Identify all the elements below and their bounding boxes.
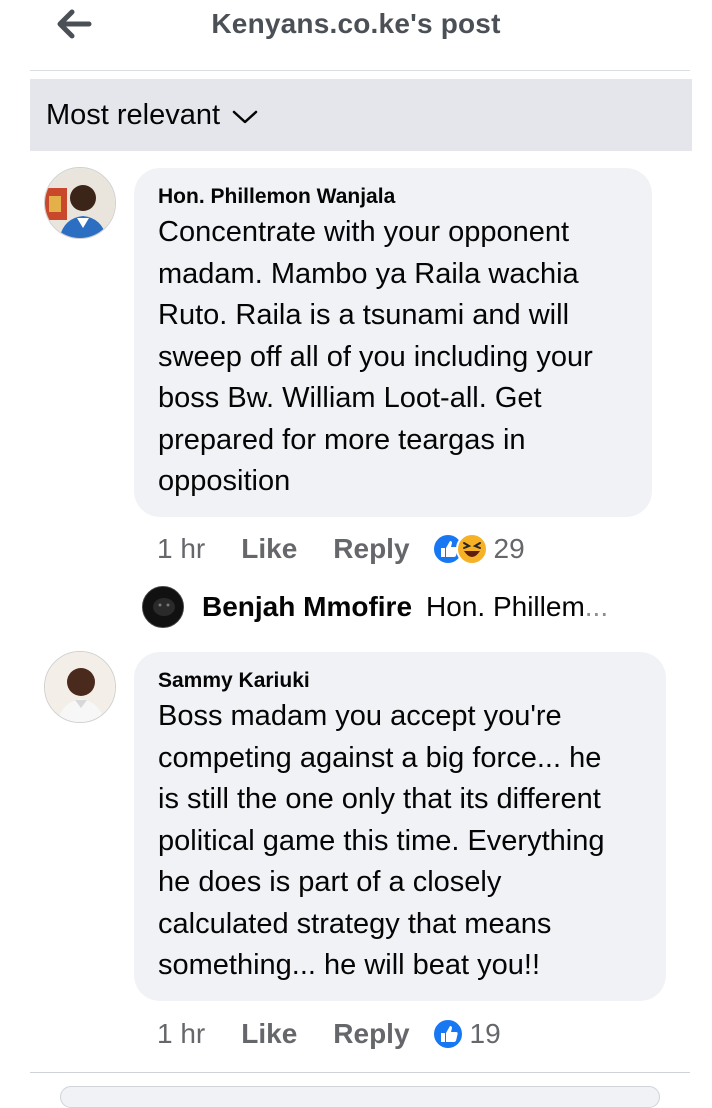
sort-label: Most relevant — [46, 98, 221, 131]
comment-actions: 1 hr Like Reply 19 — [157, 1014, 501, 1054]
header-divider — [30, 70, 690, 71]
comment-actions: 1 hr Like Reply 29 — [157, 529, 525, 569]
comment-bubble: Sammy Kariuki Boss madam you accept you'… — [134, 652, 666, 1001]
chevron-down-icon — [232, 110, 258, 124]
comment-author[interactable]: Hon. Phillemon Wanjala — [158, 184, 628, 210]
like-reaction-icon — [431, 1018, 464, 1050]
reply-preview-row[interactable]: Benjah Mmofire Hon. Phillem... — [142, 585, 608, 629]
reply-preview-snippet: Hon. Phillem — [426, 591, 585, 622]
comment-timestamp[interactable]: 1 hr — [157, 1018, 205, 1050]
reply-author[interactable]: Benjah Mmofire — [202, 591, 412, 623]
comments-divider — [30, 1072, 690, 1073]
like-button[interactable]: Like — [241, 1018, 297, 1050]
comment-text: Boss madam you accept you're competing a… — [158, 700, 605, 981]
comment-text: Concentrate with your opponent madam. Ma… — [158, 216, 593, 497]
comment-sort-dropdown[interactable]: Most relevant — [30, 79, 692, 151]
page-title: Kenyans.co.ke's post — [211, 8, 501, 39]
avatar[interactable] — [44, 167, 116, 239]
avatar[interactable] — [44, 651, 116, 723]
comment-author[interactable]: Sammy Kariuki — [158, 668, 642, 694]
header-bar: Kenyans.co.ke's post — [0, 0, 712, 56]
haha-reaction-icon — [455, 533, 488, 565]
reactions-summary[interactable] — [431, 1018, 464, 1050]
reply-preview-ellipsis: ... — [584, 591, 609, 622]
reply-preview-text: Hon. Phillem... — [426, 591, 608, 623]
comment-input-edge[interactable] — [60, 1086, 660, 1108]
reply-button[interactable]: Reply — [333, 533, 409, 565]
reactions-summary[interactable] — [431, 533, 488, 565]
reaction-count[interactable]: 29 — [494, 533, 525, 565]
reply-button[interactable]: Reply — [333, 1018, 409, 1050]
avatar — [142, 586, 184, 628]
like-button[interactable]: Like — [241, 533, 297, 565]
reaction-count[interactable]: 19 — [470, 1018, 501, 1050]
comment-timestamp[interactable]: 1 hr — [157, 533, 205, 565]
comment-bubble: Hon. Phillemon Wanjala Concentrate with … — [134, 168, 652, 517]
